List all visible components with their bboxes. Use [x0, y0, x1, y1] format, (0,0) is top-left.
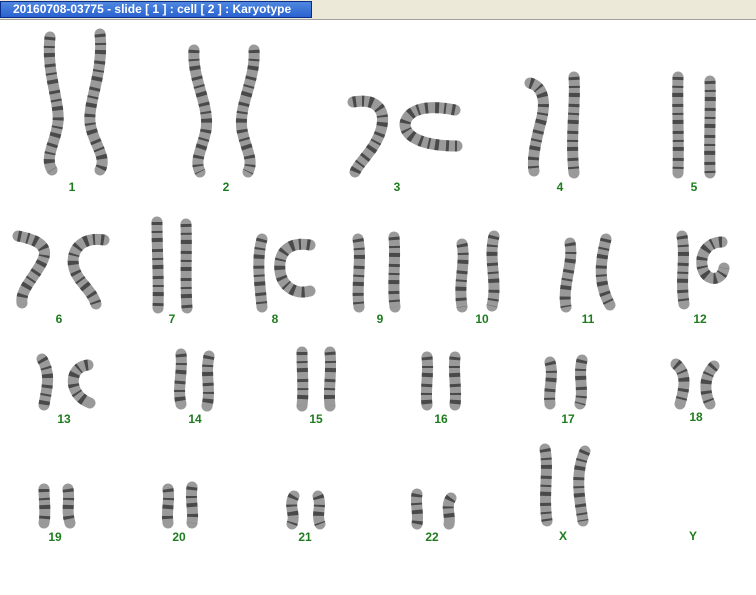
chromosome-pair-10-image — [455, 230, 500, 313]
chromosome-pair-5[interactable]: 5 — [665, 71, 725, 200]
karyotype-canvas: 1 2 3 4 5 6 7 8 9 10 11 12 13 14 15 16 1… — [0, 20, 756, 595]
chromosome-pair-22-image — [410, 488, 457, 530]
chromosome-pair-13[interactable]: 13 — [30, 353, 100, 426]
window-titlebar: 20160708-03775 - slide [ 1 ] : cell [ 2 … — [0, 0, 756, 20]
chromosome-pair-21-image — [286, 490, 326, 530]
chromosome-label: 3 — [393, 180, 401, 194]
chromosome-pair-20-image — [161, 481, 199, 529]
chromosome-pair-3[interactable]: 3 — [345, 90, 465, 202]
chromosome-pair-6[interactable]: 6 — [10, 228, 110, 328]
chromosome-pair-7[interactable]: 7 — [145, 216, 205, 328]
chromatid — [286, 490, 300, 530]
chromosome-pair-22[interactable]: 22 — [405, 488, 465, 545]
chromosome-label: 22 — [425, 530, 439, 544]
window-title[interactable]: 20160708-03775 - slide [ 1 ] : cell [ 2 … — [0, 1, 312, 18]
chromatid — [174, 348, 187, 410]
chromosome-label: 10 — [475, 312, 489, 326]
chromosome-pair-16[interactable]: 16 — [415, 351, 470, 426]
chromosome-pair-8-image — [253, 233, 316, 313]
chromatid — [36, 353, 54, 411]
chromosome-pair-15-image — [296, 346, 337, 412]
chromosome-label: 18 — [689, 410, 703, 424]
chromosome-label: 21 — [298, 530, 312, 544]
chromosome-pair-11-image — [559, 233, 616, 313]
chromosome-pair-1-image — [43, 28, 108, 176]
chromosome-label: 14 — [188, 412, 202, 426]
chromatid — [448, 351, 462, 411]
chromosome-pair-11[interactable]: 11 — [552, 233, 622, 328]
chromosome-label: 17 — [561, 412, 575, 426]
chromosome-pair-15[interactable]: 15 — [290, 346, 345, 426]
chromosome-pair-18-image — [670, 358, 720, 410]
chromatid — [442, 492, 457, 530]
chromosome-pair-10[interactable]: 10 — [450, 230, 510, 328]
chromosome-label: X — [558, 529, 568, 543]
chromosome-label: 2 — [222, 180, 230, 194]
chromosome-pair-14[interactable]: 14 — [165, 348, 225, 426]
chromosome-label: 6 — [55, 312, 63, 326]
chromosome-pair-2[interactable]: 2 — [180, 35, 270, 205]
chromosome-pair-Y[interactable]: Y — [665, 485, 725, 545]
chromosome-pair-1[interactable]: 1 — [30, 28, 120, 202]
chromosome-pair-12[interactable]: 12 — [670, 228, 735, 328]
chromosome-pair-14-image — [174, 348, 215, 412]
chromosome-label: 7 — [168, 312, 176, 326]
chromosome-pair-9-image — [352, 231, 401, 313]
chromosome-pair-21[interactable]: 21 — [280, 490, 330, 545]
chromosome-label: 12 — [693, 312, 707, 326]
chromosome-pair-8[interactable]: 8 — [248, 233, 318, 328]
chromosome-pair-4-image — [524, 71, 580, 179]
chromosome-label: 4 — [556, 180, 564, 194]
chromosome-pair-16-image — [420, 351, 462, 411]
chromatid — [201, 350, 215, 412]
chromosome-pair-18[interactable]: 18 — [666, 358, 726, 425]
chromosome-pair-19-image — [38, 483, 76, 529]
chromosome-pair-19[interactable]: 19 — [32, 483, 82, 545]
chromosome-label: 19 — [48, 530, 62, 544]
chromosome-pair-20[interactable]: 20 — [156, 481, 206, 545]
chromosome-label: 20 — [172, 530, 186, 544]
chromosome-pair-6-image — [12, 230, 110, 310]
chromosome-pair-5-image — [672, 71, 716, 179]
chromosome-label: 9 — [376, 312, 384, 326]
chromosome-pair-17[interactable]: 17 — [538, 354, 598, 426]
chromosome-pair-2-image — [188, 44, 260, 178]
chromosome-pair-9[interactable]: 9 — [348, 231, 408, 328]
chromosome-label: 15 — [309, 412, 323, 426]
chromosome-label: 16 — [434, 412, 448, 426]
chromatid — [544, 356, 557, 410]
chromosome-pair-X[interactable]: X — [535, 443, 595, 545]
chromatid — [312, 490, 326, 530]
chromosome-label: 13 — [57, 412, 71, 426]
chromosome-pair-7-image — [151, 216, 193, 314]
chromatid — [420, 351, 434, 411]
chromosome-label: 11 — [581, 312, 595, 326]
chromosome-pair-4[interactable]: 4 — [520, 71, 590, 200]
chromosome-label: 5 — [690, 180, 698, 194]
chromosome-pair-X-image — [539, 443, 591, 527]
chromosome-pair-3-image — [347, 95, 463, 178]
chromosome-pair-12-image — [676, 230, 730, 310]
chromatid — [410, 488, 424, 530]
chromosome-label: Y — [688, 529, 698, 543]
chromosome-label: 1 — [68, 180, 76, 194]
chromosome-pair-17-image — [544, 354, 588, 410]
chromosome-pair-13-image — [36, 353, 96, 411]
chromosome-label: 8 — [271, 312, 279, 326]
